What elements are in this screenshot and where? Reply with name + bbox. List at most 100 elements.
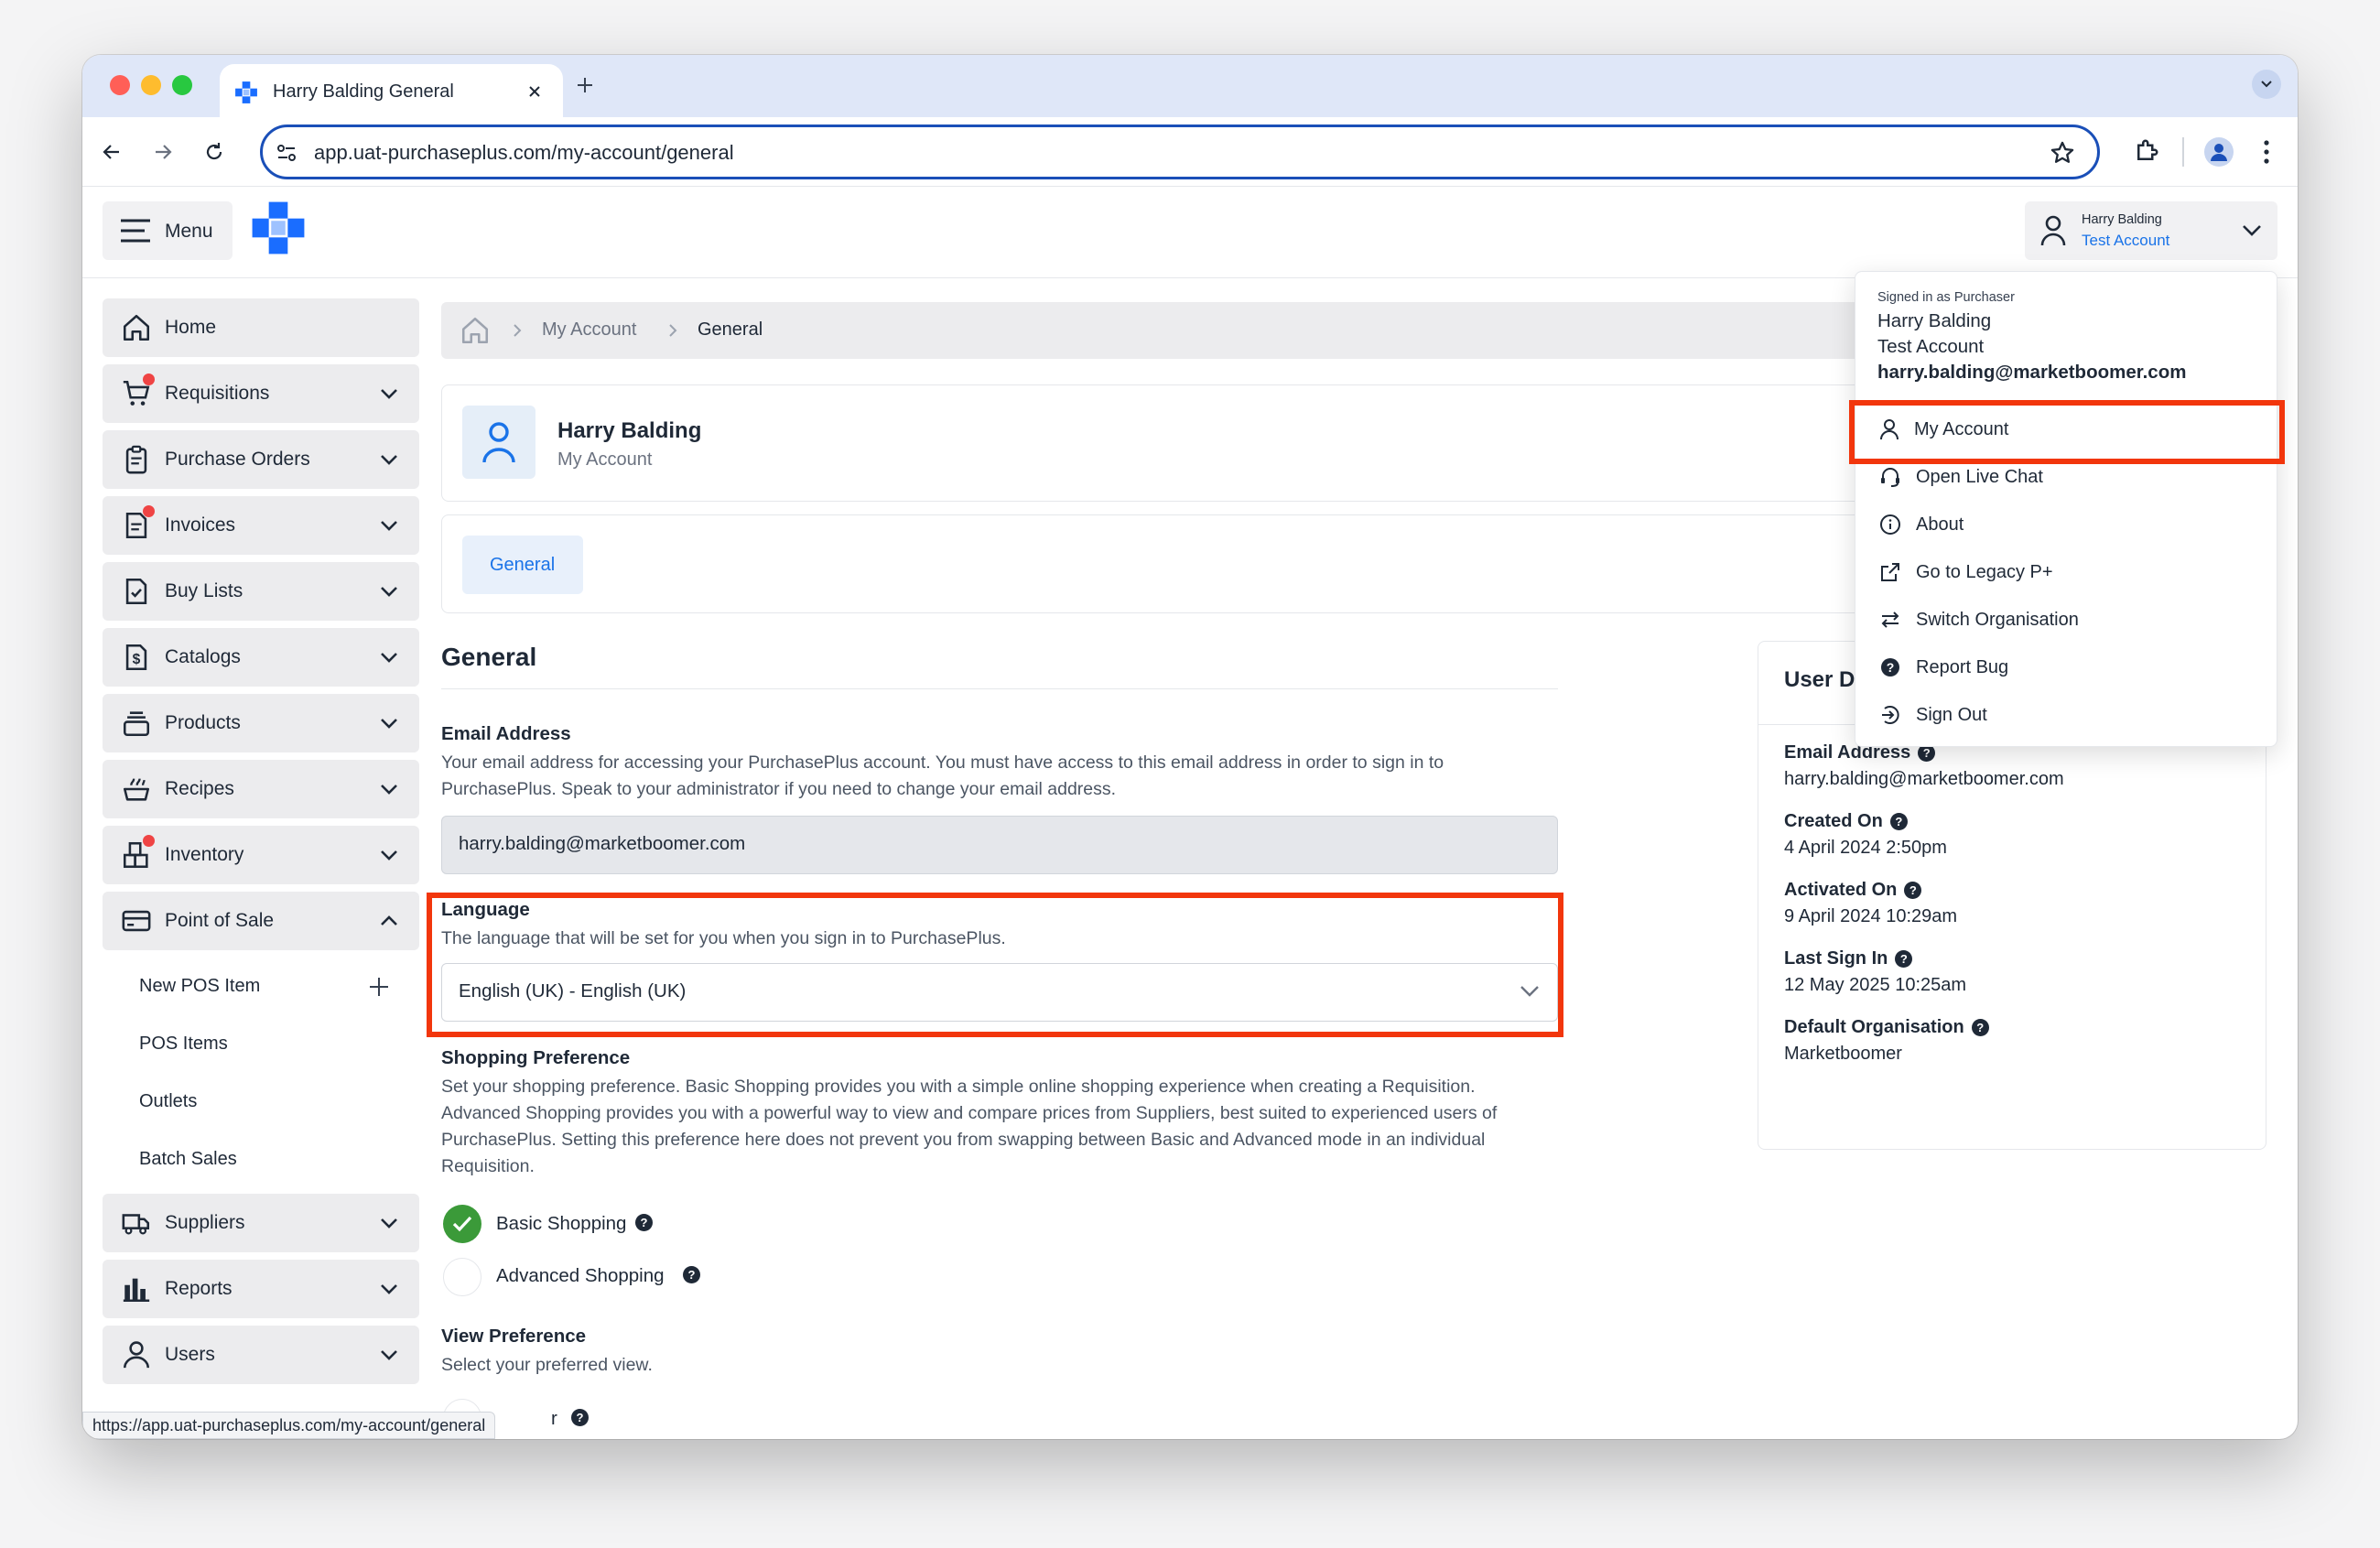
chevron-down-icon xyxy=(381,455,397,465)
plus-icon[interactable] xyxy=(368,976,390,998)
extensions-icon[interactable] xyxy=(2133,137,2160,165)
sidebar-item-suppliers[interactable]: Suppliers xyxy=(103,1194,419,1252)
browser-tab[interactable]: Harry Balding General xyxy=(220,64,563,117)
sidebar-item-purchase-orders[interactable]: Purchase Orders xyxy=(103,430,419,489)
signed-in-as: Signed in as Purchaser xyxy=(1877,290,2015,305)
sidebar-subitem-outlets[interactable]: Outlets xyxy=(103,1073,419,1131)
chevron-down-icon xyxy=(381,1350,397,1360)
browser-window: Harry Balding General app.uat-purchasepl… xyxy=(82,55,2298,1439)
menu-button[interactable]: Menu xyxy=(103,201,233,260)
detail-label: Created On xyxy=(1784,811,1883,831)
sidebar-subitem-label: Batch Sales xyxy=(139,1149,237,1169)
new-tab-icon[interactable] xyxy=(575,75,595,95)
help-icon[interactable]: ? xyxy=(635,1214,653,1231)
sidebar-item-inventory[interactable]: Inventory xyxy=(103,826,419,884)
close-window-button[interactable] xyxy=(110,75,130,95)
menu-item-sign-out[interactable]: Sign Out xyxy=(1855,692,2277,738)
person-icon xyxy=(2211,144,2227,161)
help-icon[interactable]: ? xyxy=(1904,882,1922,900)
language-select[interactable]: English (UK) - English (UK) xyxy=(441,963,1558,1022)
help-icon[interactable]: ? xyxy=(1889,813,1908,831)
site-settings-icon[interactable] xyxy=(276,142,298,164)
sidebar-item-products[interactable]: Products xyxy=(103,694,419,752)
sidebar-item-home[interactable]: Home xyxy=(103,298,419,357)
menu-item-about[interactable]: About xyxy=(1855,502,2277,547)
minimize-window-button[interactable] xyxy=(141,75,161,95)
close-tab-icon[interactable] xyxy=(527,84,542,99)
sidebar-item-label: Requisitions xyxy=(165,383,270,404)
menu-item-go-to-legacy[interactable]: Go to Legacy P+ xyxy=(1855,549,2277,595)
notification-dot xyxy=(143,835,155,847)
view-preference-group: View Preference Select your preferred vi… xyxy=(441,1326,1558,1379)
language-help-text: The language that will be set for you wh… xyxy=(441,928,1006,948)
language-label: Language xyxy=(441,899,530,920)
profile-avatar[interactable] xyxy=(2204,137,2234,167)
advanced-shopping-label[interactable]: Advanced Shopping xyxy=(496,1265,665,1287)
chevron-right-icon xyxy=(669,324,677,337)
chevron-down-icon xyxy=(2261,81,2272,88)
menu-item-report-bug[interactable]: ? Report Bug xyxy=(1855,644,2277,690)
info-icon xyxy=(1880,514,1900,535)
address-bar[interactable]: app.uat-purchaseplus.com/my-account/gene… xyxy=(260,124,2100,179)
forward-arrow-icon[interactable] xyxy=(152,141,174,163)
chevron-down-icon xyxy=(381,1284,397,1294)
help-icon[interactable]: ? xyxy=(1895,950,1913,969)
cooking-pot-icon xyxy=(123,778,150,801)
sidebar-item-buy-lists[interactable]: Buy Lists xyxy=(103,562,419,621)
view-option-label[interactable]: r xyxy=(551,1408,557,1430)
sidebar-item-label: Home xyxy=(165,317,217,338)
email-field[interactable]: harry.balding@marketboomer.com xyxy=(441,816,1558,874)
home-icon[interactable] xyxy=(460,315,491,346)
detail-value: Marketboomer xyxy=(1784,1044,1902,1064)
help-icon[interactable]: ? xyxy=(571,1409,589,1426)
user-details-list: Email Address? harry.balding@marketboome… xyxy=(1784,742,2260,1086)
detail-value: harry.balding@marketboomer.com xyxy=(1784,769,2064,789)
sidebar-item-label: Inventory xyxy=(165,844,244,865)
tab-search-button[interactable] xyxy=(2252,70,2281,99)
sidebar-item-reports[interactable]: Reports xyxy=(103,1260,419,1318)
help-icon[interactable]: ? xyxy=(1971,1019,1989,1037)
chevron-down-icon xyxy=(381,521,397,531)
bookmark-star-icon[interactable] xyxy=(2050,140,2075,166)
truck-icon xyxy=(122,1214,150,1235)
sidebar-item-requisitions[interactable]: Requisitions xyxy=(103,364,419,423)
basic-shopping-label[interactable]: Basic Shopping xyxy=(496,1213,626,1235)
back-arrow-icon[interactable] xyxy=(101,141,123,163)
sidebar-subitem-batch-sales[interactable]: Batch Sales xyxy=(103,1131,419,1188)
language-select-value: English (UK) - English (UK) xyxy=(459,980,687,1001)
divider xyxy=(441,688,1558,689)
menu-item-switch-organisation[interactable]: Switch Organisation xyxy=(1855,597,2277,643)
user-menu-button[interactable]: Harry Balding Test Account xyxy=(2025,201,2277,260)
shopping-label: Shopping Preference xyxy=(441,1047,631,1068)
zoom-window-button[interactable] xyxy=(172,75,192,95)
help-circle-icon: ? xyxy=(1881,658,1899,677)
notification-dot xyxy=(143,505,155,517)
sidebar-item-invoices[interactable]: Invoices xyxy=(103,496,419,555)
advanced-shopping-radio[interactable] xyxy=(443,1258,481,1296)
chevron-down-icon xyxy=(381,587,397,597)
sidebar-item-point-of-sale[interactable]: Point of Sale xyxy=(103,892,419,950)
purchaseplus-logo-icon[interactable] xyxy=(250,200,307,256)
sidebar-subitem-new-pos-item[interactable]: New POS Item xyxy=(103,958,419,1015)
help-icon[interactable]: ? xyxy=(1918,744,1936,763)
sidebar-item-label: Point of Sale xyxy=(165,910,275,931)
basic-shopping-radio[interactable] xyxy=(443,1205,481,1243)
breadcrumb-my-account[interactable]: My Account xyxy=(542,319,636,341)
profile-avatar xyxy=(462,406,536,479)
sidebar-item-label: Products xyxy=(165,712,241,733)
sidebar-item-users[interactable]: Users xyxy=(103,1326,419,1384)
reload-icon[interactable] xyxy=(203,141,225,163)
user-dropdown-menu: Signed in as Purchaser Harry Balding Tes… xyxy=(1855,271,2277,747)
tab-general[interactable]: General xyxy=(462,536,583,594)
sidebar-subitem-pos-items[interactable]: POS Items xyxy=(103,1015,419,1073)
profile-card: Harry Balding My Account xyxy=(441,384,1942,502)
view-help-text: Select your preferred view. xyxy=(441,1355,653,1375)
switch-arrows-icon xyxy=(1881,612,1899,628)
dropdown-account: Test Account xyxy=(1877,336,1985,357)
browser-toolbar: app.uat-purchaseplus.com/my-account/gene… xyxy=(82,117,2298,187)
menu-label: Menu xyxy=(165,221,213,242)
browser-menu-icon[interactable] xyxy=(2261,139,2272,165)
sidebar-item-recipes[interactable]: Recipes xyxy=(103,760,419,818)
help-icon[interactable]: ? xyxy=(683,1266,700,1283)
sidebar-item-catalogs[interactable]: $ Catalogs xyxy=(103,628,419,687)
